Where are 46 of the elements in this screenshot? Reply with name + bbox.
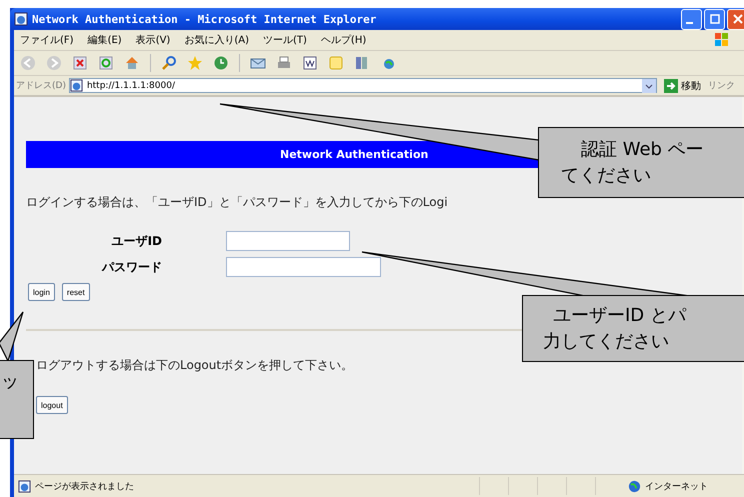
menu-item[interactable]: 編集(E) bbox=[88, 33, 122, 47]
menu-item[interactable]: お気に入り(A) bbox=[184, 33, 249, 47]
page-icon bbox=[18, 480, 31, 492]
windows-flag-icon bbox=[714, 32, 730, 48]
stop-icon[interactable] bbox=[72, 55, 88, 71]
printer-icon[interactable] bbox=[276, 55, 292, 71]
field-label: ユーザID bbox=[110, 232, 163, 250]
star-icon[interactable] bbox=[187, 55, 203, 71]
maximize-button[interactable] bbox=[704, 8, 725, 30]
dropdown-icon[interactable] bbox=[642, 78, 656, 92]
callout-note: ユーザーID とパ 力してください bbox=[522, 295, 744, 362]
field-label: パスワード bbox=[100, 258, 163, 276]
book-icon[interactable] bbox=[354, 55, 370, 71]
callout-note: 認証 Web ペー てください bbox=[538, 127, 744, 198]
arrow-icon bbox=[664, 78, 678, 92]
reset-button[interactable]: reset bbox=[62, 283, 90, 301]
globe-icon bbox=[628, 480, 641, 492]
minimize-button[interactable] bbox=[681, 8, 702, 30]
logout-instruction: ログアウトする場合は下のLogoutボタンを押して下さい。 bbox=[36, 357, 354, 374]
menu-item[interactable]: ヘルプ(H) bbox=[320, 33, 366, 47]
logout-button[interactable]: logout bbox=[36, 396, 68, 414]
status-message: ページが表示されました bbox=[35, 480, 135, 492]
password-field[interactable] bbox=[226, 257, 381, 277]
links-label[interactable]: リンク bbox=[708, 79, 735, 92]
close-icon bbox=[732, 14, 742, 24]
maximize-icon bbox=[710, 14, 720, 24]
home-icon[interactable] bbox=[124, 55, 140, 71]
search-icon[interactable] bbox=[161, 55, 177, 71]
page-icon bbox=[70, 79, 83, 92]
refresh-icon[interactable] bbox=[98, 55, 114, 71]
window-title: Network Authentication - Microsoft Internet Explorer bbox=[32, 12, 376, 26]
login-instruction: ログインする場合は、「ユーザID」と「パスワード」を入力してから下のLogi bbox=[26, 194, 448, 211]
address-label: アドレス(D) bbox=[16, 80, 66, 92]
go-button[interactable]: 移動 bbox=[660, 78, 705, 92]
user-id-field[interactable] bbox=[226, 231, 350, 251]
menu-item[interactable]: ファイル(F) bbox=[20, 33, 74, 47]
login-button[interactable]: login bbox=[28, 283, 55, 301]
zone-label: インターネット bbox=[645, 480, 709, 492]
menu-item[interactable]: ツール(T) bbox=[263, 33, 307, 47]
document-icon[interactable] bbox=[302, 55, 318, 71]
browser-icon bbox=[14, 12, 28, 26]
address-field[interactable]: http://1.1.1.1:8000/ bbox=[68, 78, 657, 93]
history-icon[interactable] bbox=[213, 55, 229, 71]
minimize-icon bbox=[686, 22, 692, 24]
close-button[interactable] bbox=[727, 8, 744, 30]
menu-item[interactable]: 表示(V) bbox=[136, 33, 170, 47]
